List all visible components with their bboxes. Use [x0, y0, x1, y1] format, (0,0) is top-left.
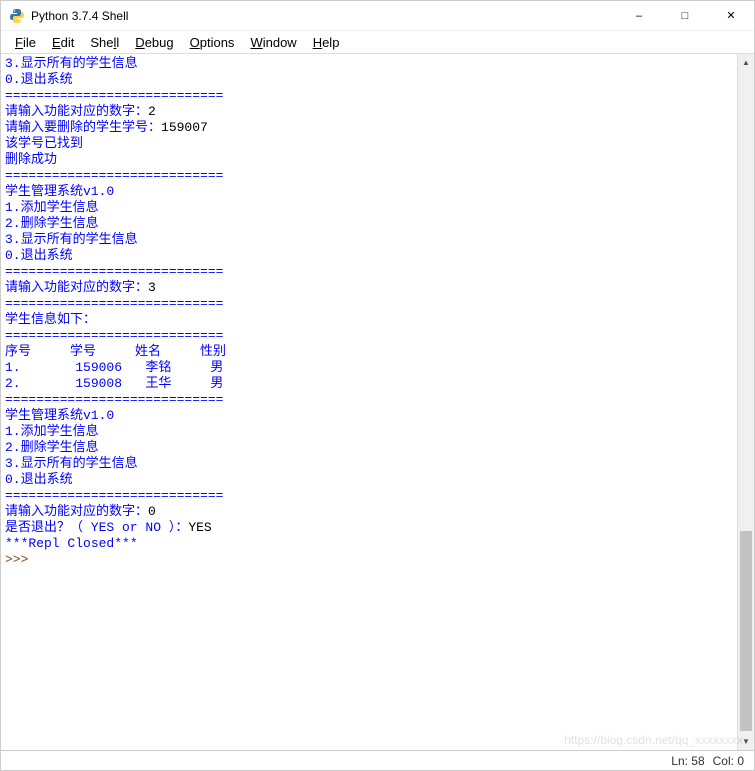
- status-col: Col: 0: [713, 754, 744, 768]
- scroll-up-button[interactable]: ▲: [738, 54, 754, 71]
- window-controls: – □ ✕: [616, 1, 754, 30]
- menu-debug[interactable]: Debug: [127, 33, 181, 52]
- scroll-thumb[interactable]: [740, 531, 752, 731]
- menu-help[interactable]: Help: [305, 33, 348, 52]
- window-title: Python 3.7.4 Shell: [31, 9, 616, 23]
- status-line: Ln: 58: [671, 754, 704, 768]
- statusbar: Ln: 58 Col: 0: [1, 750, 754, 770]
- menu-file[interactable]: File: [7, 33, 44, 52]
- menubar: File Edit Shell Debug Options Window Hel…: [1, 31, 754, 53]
- menu-window[interactable]: Window: [242, 33, 304, 52]
- scroll-down-button[interactable]: ▼: [738, 733, 754, 750]
- minimize-button[interactable]: –: [616, 1, 662, 30]
- vertical-scrollbar[interactable]: ▲ ▼: [737, 54, 754, 750]
- shell-output[interactable]: 3.显示所有的学生信息0.退出系统=======================…: [1, 54, 737, 750]
- close-button[interactable]: ✕: [708, 1, 754, 30]
- content-area: 3.显示所有的学生信息0.退出系统=======================…: [1, 53, 754, 750]
- menu-edit[interactable]: Edit: [44, 33, 82, 52]
- menu-options[interactable]: Options: [182, 33, 243, 52]
- app-icon: [9, 8, 25, 24]
- menu-shell[interactable]: Shell: [82, 33, 127, 52]
- titlebar: Python 3.7.4 Shell – □ ✕: [1, 1, 754, 31]
- maximize-button[interactable]: □: [662, 1, 708, 30]
- scroll-track[interactable]: [738, 71, 754, 733]
